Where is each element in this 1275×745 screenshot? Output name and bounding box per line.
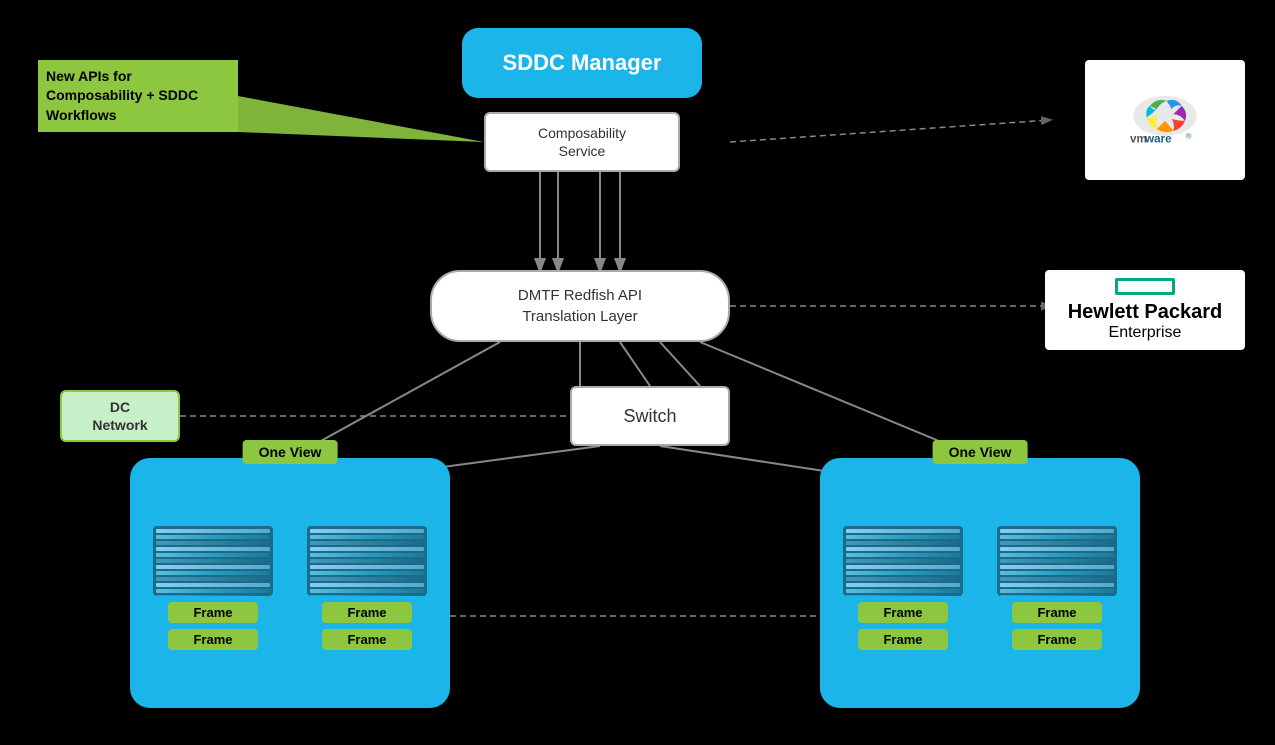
one-view-right-container: One View — [820, 458, 1140, 708]
hpe-sub-label: Enterprise — [1109, 324, 1182, 342]
frame-label-5: Frame — [858, 602, 948, 623]
server-rack-1 — [153, 526, 273, 596]
dmtf-box: DMTF Redfish APITranslation Layer — [430, 270, 730, 342]
switch-box: Switch — [570, 386, 730, 446]
architecture-diagram: New APIs for Composability + SDDC Workfl… — [0, 0, 1275, 745]
frame-label-2: Frame — [168, 629, 258, 650]
switch-label: Switch — [623, 406, 676, 427]
server-unit-4: Frame Frame — [992, 526, 1122, 650]
frame-label-1: Frame — [168, 602, 258, 623]
dc-network-label: DCNetwork — [92, 398, 147, 434]
frame-label-8: Frame — [1012, 629, 1102, 650]
server-rack-3 — [843, 526, 963, 596]
server-rack-4 — [997, 526, 1117, 596]
hpe-label: Hewlett Packard — [1068, 301, 1223, 324]
server-unit-3: Frame Frame — [838, 526, 968, 650]
frame-label-7: Frame — [1012, 602, 1102, 623]
dmtf-label: DMTF Redfish APITranslation Layer — [518, 285, 642, 327]
frame-label-4: Frame — [322, 629, 412, 650]
vmware-logo-box: vm ware ® — [1085, 60, 1245, 180]
composability-service-label: ComposabilityService — [538, 124, 626, 160]
new-apis-callout: New APIs for Composability + SDDC Workfl… — [38, 60, 238, 132]
hpe-rectangle-icon — [1115, 278, 1175, 295]
sddc-manager-box: SDDC Manager — [462, 28, 702, 98]
one-view-right-badge: One View — [933, 440, 1028, 464]
svg-text:ware: ware — [1144, 133, 1172, 146]
sddc-manager-label: SDDC Manager — [503, 50, 662, 76]
server-unit-1: Frame Frame — [148, 526, 278, 650]
svg-text:®: ® — [1186, 131, 1192, 140]
one-view-left-badge: One View — [243, 440, 338, 464]
new-apis-label: New APIs for Composability + SDDC Workfl… — [46, 67, 230, 126]
vmware-logo: vm ware ® — [1115, 90, 1215, 150]
server-unit-2: Frame Frame — [302, 526, 432, 650]
hpe-logo-box: Hewlett Packard Enterprise — [1045, 270, 1245, 350]
one-view-right-inner: One View — [820, 458, 1140, 708]
dc-network-box: DCNetwork — [60, 390, 180, 442]
server-rack-2 — [307, 526, 427, 596]
frame-label-6: Frame — [858, 629, 948, 650]
one-view-left-inner: One View — [130, 458, 450, 708]
composability-service-box: ComposabilityService — [484, 112, 680, 172]
one-view-left-container: One View — [130, 458, 450, 708]
frame-label-3: Frame — [322, 602, 412, 623]
